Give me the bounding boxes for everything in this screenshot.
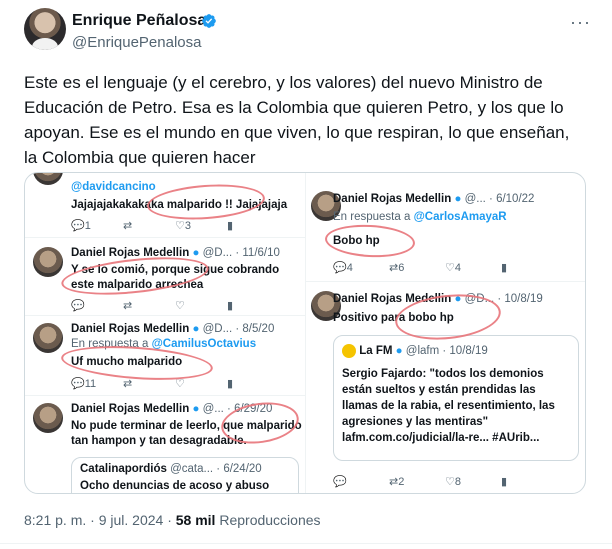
reply-icon: 💬11 (71, 378, 97, 390)
tweet-meta: 8:21 p. m. · 9 jul. 2024 · 58 mil Reprod… (24, 512, 321, 528)
like-icon: ♡4 (445, 262, 461, 274)
embedded-actions: 💬 ⇄2 ♡8 ▮ (333, 475, 507, 488)
embedded-name: Daniel Rojas Medellin (333, 193, 452, 205)
image-divider (305, 173, 306, 493)
embedded-header: Daniel Rojas Medellin ● @D... · 8/5/20 (71, 323, 303, 335)
reply-icon: 💬1 (71, 220, 91, 232)
quoted-tweet: Catalinapordiós @cata... · 6/24/20 Ocho … (71, 457, 299, 493)
views-icon: ▮ (227, 220, 234, 232)
verified-badge-icon: ● (192, 323, 200, 335)
quoted-name: La FM (359, 345, 393, 358)
embedded-actions: 💬4 ⇄6 ♡4 ▮ (333, 261, 507, 274)
author-handle[interactable]: @EnriquePenalosa (72, 34, 201, 51)
reply-count: 4 (346, 262, 353, 274)
quoted-text: Sergio Fajardo: "todos los demonios está… (342, 368, 555, 444)
retweet-count: 2 (398, 476, 405, 488)
like-count: 8 (454, 476, 461, 488)
quoted-name: Catalinapordiós (80, 463, 167, 475)
embedded-meta: @... · 6/10/22 (464, 193, 535, 205)
quoted-header: Catalinapordiós @cata... · 6/24/20 (80, 463, 294, 475)
like-icon: ♡8 (445, 476, 461, 488)
author-avatar[interactable] (24, 8, 66, 50)
divider (0, 543, 612, 544)
like-count: 4 (454, 262, 461, 274)
attached-image[interactable]: @davidcancino Jajajajakakakaka malparido… (24, 172, 586, 494)
divider (25, 315, 305, 316)
like-count: 3 (184, 220, 191, 232)
mention-link: @davidcancino (71, 181, 156, 193)
verified-badge-icon (202, 14, 216, 28)
lafm-logo (342, 344, 356, 358)
reply-count: 11 (84, 378, 97, 390)
like-icon: ♡ (175, 378, 185, 390)
mention-link: @CarlosAmayaR (413, 211, 507, 223)
embedded-actions: 💬 ⇄ ♡ ▮ (71, 299, 233, 312)
tweet-timestamp[interactable]: 8:21 p. m. · 9 jul. 2024 · (24, 512, 176, 528)
views-label: Reproducciones (215, 512, 321, 528)
divider (25, 237, 305, 238)
reply-context: En respuesta a @CarlosAmayaR (333, 211, 507, 223)
views-icon: ▮ (227, 300, 234, 312)
embedded-name: Daniel Rojas Medellin (71, 403, 190, 415)
retweet-count: 6 (398, 262, 405, 274)
embedded-avatar (33, 173, 63, 185)
like-icon: ♡ (175, 300, 185, 312)
reply-prefix: En respuesta a (333, 211, 411, 223)
embedded-meta: @D... · 11/6/10 (202, 247, 280, 259)
embedded-header: Daniel Rojas Medellin ● @... · 6/10/22 (333, 193, 583, 205)
reply-icon: 💬 (333, 476, 347, 488)
embedded-avatar (33, 247, 63, 277)
tweet-text: Este es el lenguaje (y el cerebro, y los… (24, 73, 570, 167)
author-name[interactable]: Enrique Peñalosa (72, 12, 206, 30)
retweet-icon: ⇄ (123, 220, 133, 232)
highlight-circle (324, 222, 416, 260)
retweet-icon: ⇄2 (389, 476, 405, 488)
reply-icon: 💬4 (333, 262, 353, 274)
quoted-meta: @lafm · 10/8/19 (405, 345, 488, 358)
like-icon: ♡3 (175, 220, 191, 232)
verified-badge-icon: ● (454, 193, 462, 205)
quoted-meta: @cata... · 6/24/20 (170, 463, 262, 475)
embedded-mention: @davidcancino (71, 181, 156, 193)
quoted-text: Ocho denuncias de acoso y abuso (80, 480, 270, 492)
divider (306, 281, 585, 282)
retweet-icon: ⇄ (123, 300, 133, 312)
mention-link: @CamilusOctavius (151, 338, 257, 350)
embedded-meta: @D... · 8/5/20 (202, 323, 275, 335)
reply-icon: 💬 (71, 300, 85, 312)
highlight-circle (145, 180, 267, 224)
views-icon: ▮ (501, 262, 508, 274)
quoted-header: La FM ● @lafm · 10/8/19 (342, 344, 572, 358)
more-icon[interactable]: ··· (570, 12, 591, 33)
embedded-avatar (33, 403, 63, 433)
divider (25, 395, 305, 396)
embedded-header: Daniel Rojas Medellin ● @D... · 11/6/10 (71, 247, 303, 259)
embedded-name: Daniel Rojas Medellin (71, 323, 190, 335)
reply-count: 1 (84, 220, 91, 232)
verified-badge-icon: ● (395, 345, 403, 358)
view-count: 58 mil (175, 512, 216, 528)
views-icon: ▮ (501, 476, 508, 488)
verified-badge-icon: ● (192, 403, 200, 415)
embedded-avatar (33, 323, 63, 353)
embedded-actions: 💬1 ⇄ ♡3 ▮ (71, 219, 233, 232)
tweet: Enrique Peñalosa @EnriquePenalosa ··· Es… (0, 0, 612, 549)
quoted-tweet: La FM ● @lafm · 10/8/19 Sergio Fajardo: … (333, 335, 579, 461)
verified-badge-icon: ● (192, 247, 200, 259)
retweet-icon: ⇄6 (389, 262, 405, 274)
views-icon: ▮ (227, 378, 234, 390)
